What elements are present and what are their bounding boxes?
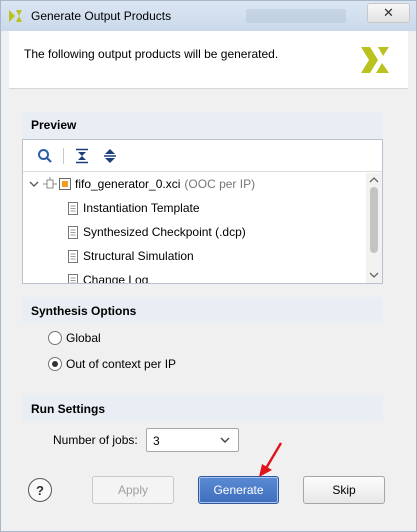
annotation-arrow-icon (259, 442, 283, 477)
radio-ooc-label: Out of context per IP (66, 357, 177, 371)
radio-global[interactable]: Global (48, 331, 101, 345)
dialog-header: The following output products will be ge… (9, 31, 408, 89)
radio-button[interactable] (48, 331, 62, 345)
tree-item-label: Structural Simulation (83, 249, 194, 263)
run-settings-title: Run Settings (31, 402, 105, 416)
collapse-all-button[interactable] (71, 145, 93, 167)
close-icon: ✕ (383, 5, 394, 20)
expand-all-icon (104, 149, 116, 163)
tree-root-label: fifo_generator_0.xci (75, 177, 181, 191)
preview-title: Preview (31, 118, 77, 132)
tree-item-label: Change Log (83, 273, 149, 283)
expand-all-button[interactable] (99, 145, 121, 167)
xilinx-logo-icon (361, 47, 389, 73)
jobs-select[interactable]: 3 (146, 428, 239, 452)
chevron-down-icon[interactable] (29, 179, 39, 189)
output-products-tree: fifo_generator_0.xci (OOC per IP) Instan… (23, 173, 367, 283)
skip-label: Skip (332, 483, 356, 497)
file-icon (68, 225, 78, 239)
radio-button-selected[interactable] (48, 357, 62, 371)
tree-item-label: Synthesized Checkpoint (.dcp) (83, 225, 246, 239)
generate-label: Generate (213, 483, 264, 497)
scroll-down-icon[interactable] (369, 270, 379, 280)
tree-item[interactable]: Synthesized Checkpoint (.dcp) (67, 221, 246, 243)
scroll-up-icon[interactable] (369, 175, 379, 185)
toolbar-divider (63, 148, 64, 164)
header-message: The following output products will be ge… (24, 47, 279, 61)
help-icon: ? (36, 482, 44, 498)
radio-out-of-context[interactable]: Out of context per IP (48, 357, 176, 371)
preview-panel: fifo_generator_0.xci (OOC per IP) Instan… (22, 139, 383, 284)
tree-item-label: Instantiation Template (83, 201, 200, 215)
file-icon (68, 273, 78, 283)
skip-button[interactable]: Skip (303, 476, 385, 504)
jobs-label: Number of jobs: (53, 433, 138, 447)
ip-connector-icon (43, 177, 57, 189)
jobs-value: 3 (153, 434, 160, 448)
tree-item[interactable]: Instantiation Template (67, 197, 200, 219)
title-bar: Generate Output Products ✕ (1, 1, 416, 31)
generate-button[interactable]: Generate (198, 476, 279, 504)
tree-root-suffix: (OOC per IP) (184, 177, 256, 191)
synthesis-options-title: Synthesis Options (31, 304, 137, 318)
tree-item[interactable]: Structural Simulation (67, 245, 194, 267)
vivado-app-icon (9, 10, 22, 22)
tree-scrollbar[interactable] (366, 173, 382, 283)
collapse-all-icon (76, 148, 88, 164)
preview-toolbar (23, 140, 382, 172)
tree-item[interactable]: Change Log (67, 269, 148, 283)
chevron-down-icon (220, 437, 230, 443)
apply-label: Apply (117, 483, 149, 497)
tree-root-row[interactable]: fifo_generator_0.xci (OOC per IP) (29, 173, 255, 195)
file-icon (68, 201, 78, 215)
help-button[interactable]: ? (28, 478, 52, 502)
background-title-ghost (246, 9, 346, 23)
close-button[interactable]: ✕ (367, 3, 410, 23)
window-title: Generate Output Products (31, 9, 172, 23)
radio-global-label: Global (66, 331, 101, 345)
scrollbar-thumb[interactable] (370, 187, 378, 253)
file-icon (68, 249, 78, 263)
apply-button[interactable]: Apply (92, 476, 174, 504)
ip-core-icon (59, 178, 71, 190)
search-button[interactable] (34, 145, 56, 167)
search-icon (38, 149, 52, 163)
